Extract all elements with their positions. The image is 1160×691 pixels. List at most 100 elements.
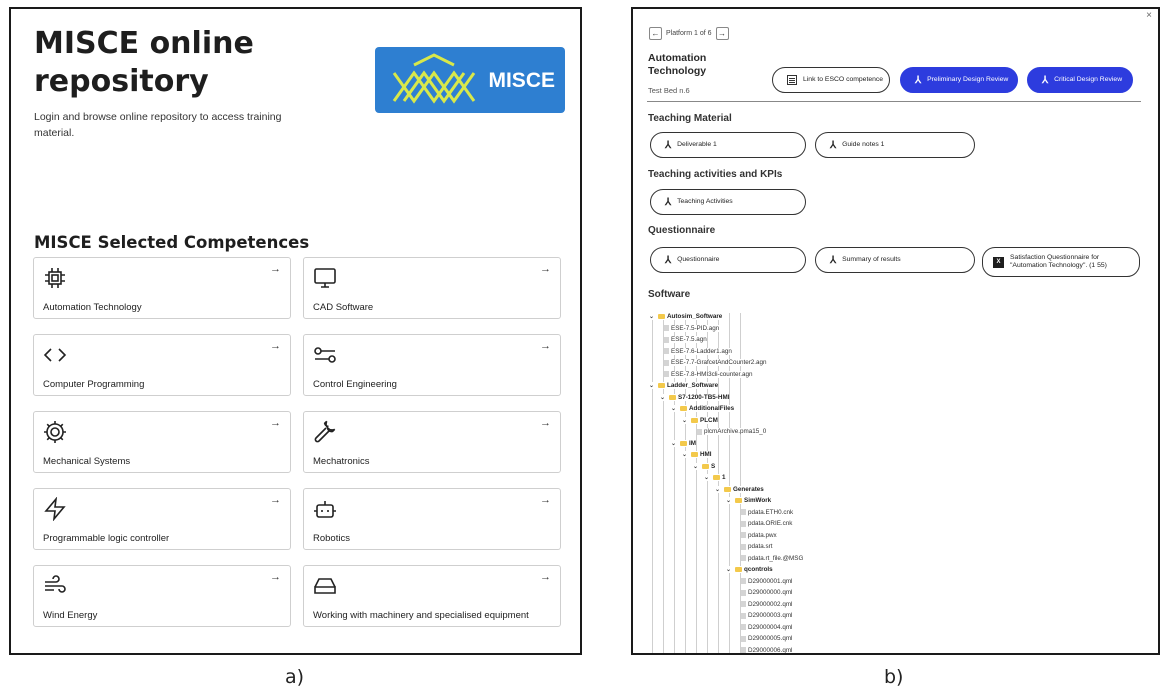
tree-label: pdata.pwx xyxy=(748,531,777,539)
tree-folder[interactable]: ⌄ Generates xyxy=(715,485,764,493)
tree-file[interactable]: ESE-7.6-Ladder1.agn xyxy=(664,347,732,355)
chevron-down-icon[interactable]: ⌄ xyxy=(704,474,711,481)
competence-card[interactable]: → Computer Programming xyxy=(33,334,291,396)
tree-label: pdata.ETH0.cnk xyxy=(748,508,794,516)
logo-mark-icon xyxy=(392,53,476,104)
preliminary-design-review-button[interactable]: ⅄ Preliminary Design Review xyxy=(900,67,1018,93)
chevron-down-icon[interactable]: ⌄ xyxy=(649,382,656,389)
file-icon xyxy=(741,601,746,607)
file-icon xyxy=(741,509,746,515)
tree-file[interactable]: pdata.srt xyxy=(741,543,773,550)
tree-label: ESE-7.5-PID.agn xyxy=(671,324,720,332)
tree-folder[interactable]: ⌄ SimWork xyxy=(726,497,772,504)
tree-folder[interactable]: ⌄ S7-1200-TB5-HMI xyxy=(660,393,730,401)
close-icon[interactable]: × xyxy=(1146,10,1152,21)
file-icon xyxy=(664,371,669,377)
tree-file[interactable]: ESE-7.5-PID.agn xyxy=(664,324,720,332)
pdf-icon: ⅄ xyxy=(830,139,837,151)
competence-label: Mechatronics xyxy=(313,456,370,467)
competence-card[interactable]: → Robotics xyxy=(303,488,561,550)
tree-folder[interactable]: ⌄ AdditionalFiles xyxy=(671,405,735,412)
tree-label: Ladder_Software xyxy=(667,382,719,389)
competence-card[interactable]: → Mechanical Systems xyxy=(33,411,291,473)
summary-results-button[interactable]: ⅄ Summary of results xyxy=(815,247,975,273)
tree-label: D29000005.qml xyxy=(748,635,793,642)
competence-card[interactable]: → Working with machinery and specialised… xyxy=(303,565,561,627)
tree-file[interactable]: ESE-7.8-HMI3cli-counter.agn xyxy=(664,370,753,378)
competence-card[interactable]: → Programmable logic controller xyxy=(33,488,291,550)
tree-file[interactable]: pdata.ORIE.cnk xyxy=(741,520,793,527)
tree-label: IM xyxy=(689,439,696,447)
tree-file[interactable]: D29000006.qml xyxy=(741,646,793,654)
tree-file[interactable]: D29000002.qml xyxy=(741,600,793,608)
pdf-icon: ⅄ xyxy=(665,196,672,208)
tree-file[interactable]: ESE-7.7-GrafcetAndCounter2.agn xyxy=(664,359,767,366)
deliverable-button[interactable]: ⅄ Deliverable 1 xyxy=(650,132,806,158)
pager-text: Platform 1 of 6 xyxy=(666,30,712,37)
lightning-icon xyxy=(44,497,66,521)
prev-platform-button[interactable]: ← xyxy=(649,27,662,40)
file-icon xyxy=(741,612,746,619)
chevron-down-icon[interactable]: ⌄ xyxy=(671,440,678,447)
monitor-icon xyxy=(314,268,336,288)
tree-file[interactable]: D29000004.qml xyxy=(741,623,793,631)
chevron-down-icon[interactable]: ⌄ xyxy=(682,417,689,424)
tree-file[interactable]: D29000001.qml xyxy=(741,577,793,585)
wrench-icon xyxy=(314,420,336,443)
competence-card[interactable]: → Wind Energy xyxy=(33,565,291,627)
competence-card[interactable]: → Control Engineering xyxy=(303,334,561,396)
file-icon xyxy=(664,359,669,366)
competence-label: Automation Technology xyxy=(43,302,142,313)
tree-folder[interactable]: ⌄ PLCM xyxy=(682,416,718,424)
chevron-down-icon[interactable]: ⌄ xyxy=(660,394,667,401)
chevron-down-icon[interactable]: ⌄ xyxy=(671,405,678,412)
competence-label: Robotics xyxy=(313,533,350,544)
chevron-down-icon[interactable]: ⌄ xyxy=(649,313,656,320)
folder-icon xyxy=(713,475,720,480)
tree-file[interactable]: ESE-7.5.agn xyxy=(664,336,707,343)
tree-folder[interactable]: ⌄ S xyxy=(693,462,716,470)
file-icon xyxy=(664,336,669,343)
file-icon xyxy=(741,635,746,642)
tree-folder[interactable]: ⌄ qcontrols xyxy=(726,566,773,573)
page-title: MISCE online repository xyxy=(34,26,254,99)
arrow-right-icon: → xyxy=(540,494,551,506)
satisfaction-questionnaire-button[interactable]: X Satisfaction Questionnaire for "Automa… xyxy=(982,247,1140,277)
next-platform-button[interactable]: → xyxy=(715,27,729,40)
tree-folder[interactable]: ⌄ Ladder_Software xyxy=(649,382,719,389)
tree-file[interactable]: pdata.rt_file.@MSG xyxy=(741,554,804,562)
tree-folder[interactable]: ⌄ 1 xyxy=(704,474,726,481)
tree-file[interactable]: pdata.ETH0.cnk xyxy=(741,508,794,516)
tree-label: D29000006.qml xyxy=(748,646,793,654)
teaching-activities-button[interactable]: ⅄ Teaching Activities xyxy=(650,189,806,215)
chevron-down-icon[interactable]: ⌄ xyxy=(693,463,700,470)
chevron-down-icon[interactable]: ⌄ xyxy=(726,566,733,573)
tree-label: SimWork xyxy=(744,497,772,504)
tree-folder[interactable]: ⌄ HMI xyxy=(682,451,712,458)
competence-card[interactable]: → Automation Technology xyxy=(33,257,291,319)
guide-notes-button[interactable]: ⅄ Guide notes 1 xyxy=(815,132,975,158)
tree-file[interactable]: D29000005.qml xyxy=(741,635,793,642)
competence-label: Control Engineering xyxy=(313,379,397,390)
tree-folder[interactable]: ⌄ IM xyxy=(671,439,696,447)
tree-label: ESE-7.6-Ladder1.agn xyxy=(671,347,732,355)
esco-link-button[interactable]: Link to ESCO competence xyxy=(772,67,890,93)
tree-label: D29000000.qml xyxy=(748,589,793,596)
pdf-icon: ⅄ xyxy=(915,74,922,86)
chevron-down-icon[interactable]: ⌄ xyxy=(682,451,689,458)
chevron-down-icon[interactable]: ⌄ xyxy=(726,497,733,504)
critical-design-review-button[interactable]: ⅄ Critical Design Review xyxy=(1027,67,1133,93)
tree-file[interactable]: D29000003.qml xyxy=(741,612,793,619)
testbed-label: Test Bed n.6 xyxy=(648,86,690,95)
tree-file[interactable]: pdata.pwx xyxy=(741,531,777,539)
repository-panel: MISCE online repository Login and browse… xyxy=(9,7,582,655)
tree-file[interactable]: plcmArchive.pma15_0 xyxy=(697,428,767,435)
competence-card[interactable]: → Mechatronics xyxy=(303,411,561,473)
chip-icon xyxy=(45,268,65,288)
tree-file[interactable]: D29000000.qml xyxy=(741,589,793,596)
questionnaire-button[interactable]: ⅄ Questionnaire xyxy=(650,247,806,273)
tree-label: D29000002.qml xyxy=(748,600,793,608)
chevron-down-icon[interactable]: ⌄ xyxy=(715,486,722,493)
tree-folder[interactable]: ⌄ Autosim_Software xyxy=(649,313,723,320)
competence-card[interactable]: → CAD Software xyxy=(303,257,561,319)
